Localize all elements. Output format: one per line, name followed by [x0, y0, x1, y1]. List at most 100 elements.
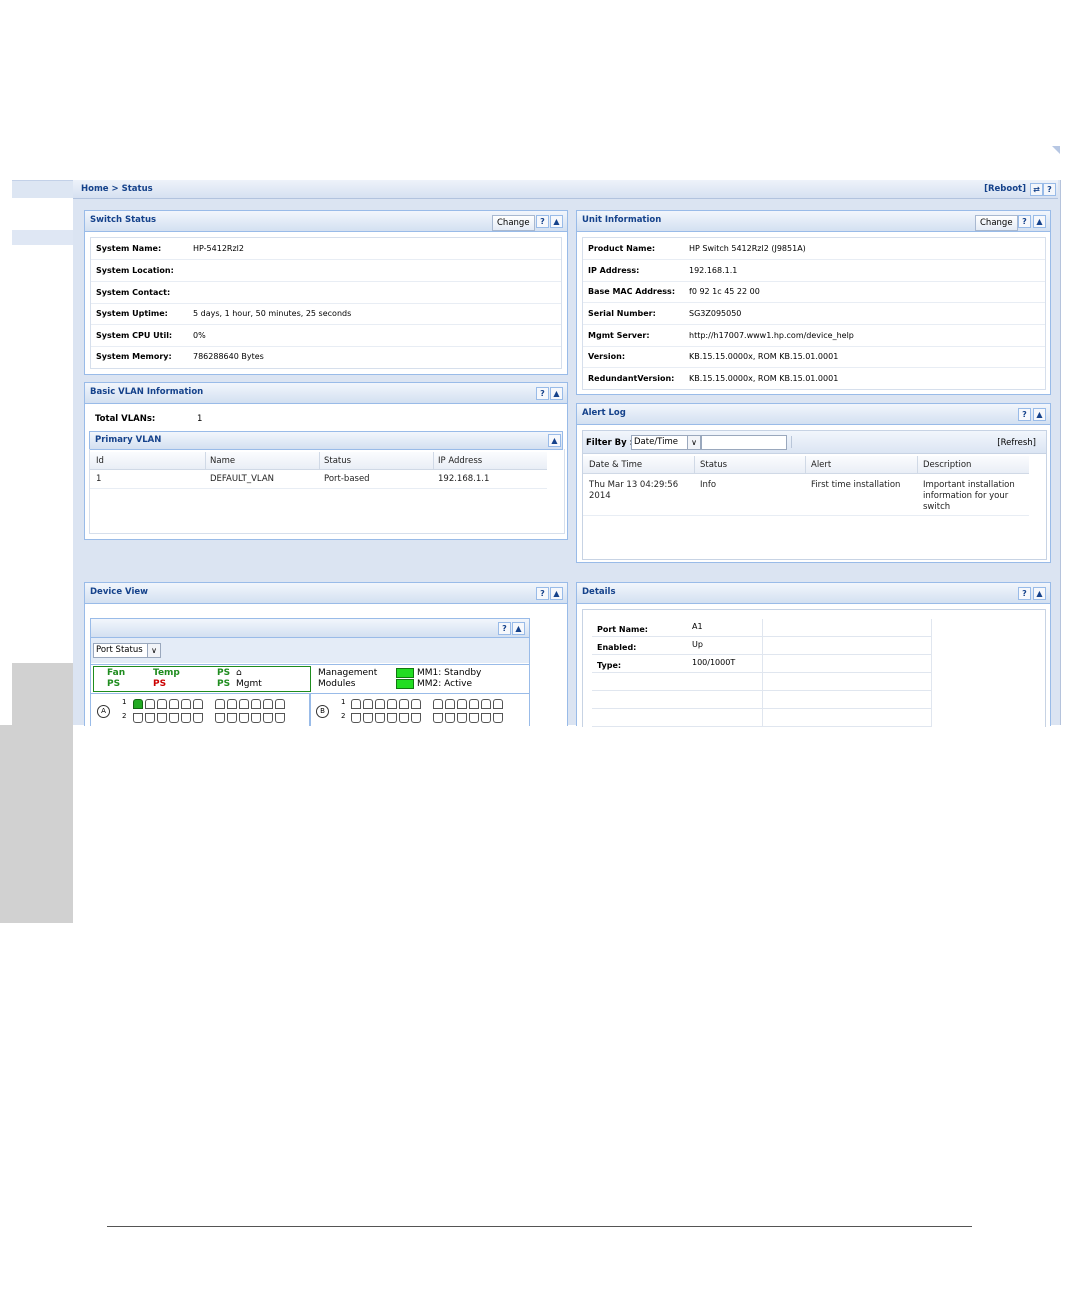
left-nav-selected-item[interactable] — [12, 230, 73, 245]
column-header-id[interactable]: Id — [96, 456, 104, 466]
port[interactable] — [133, 713, 143, 723]
collapse-icon[interactable]: ▲ — [1033, 408, 1046, 421]
port[interactable] — [145, 699, 155, 709]
chevron-down-icon[interactable]: ∨ — [687, 436, 700, 449]
port[interactable] — [169, 713, 179, 723]
port[interactable] — [239, 713, 249, 723]
filter-label: Filter By : — [586, 438, 633, 448]
port[interactable] — [181, 713, 191, 723]
filter-input[interactable] — [701, 435, 787, 450]
port-status-select[interactable]: Port Status ∨ — [93, 643, 161, 658]
port[interactable] — [275, 713, 285, 723]
help-icon[interactable]: ? — [1018, 587, 1031, 600]
port[interactable] — [215, 699, 225, 709]
filter-select[interactable]: Date/Time ∨ — [631, 435, 701, 450]
row-label: Version: — [588, 352, 626, 361]
collapse-icon[interactable]: ▲ — [512, 622, 525, 635]
column-header-alert[interactable]: Alert — [811, 460, 831, 470]
port[interactable] — [387, 713, 397, 723]
column-header-status[interactable]: Status — [700, 460, 727, 470]
ps-status: PS — [217, 668, 231, 678]
table-row[interactable]: 1 DEFAULT_VLAN Port-based 192.168.1.1 — [90, 470, 547, 489]
port[interactable] — [227, 713, 237, 723]
port[interactable] — [363, 699, 373, 709]
total-vlans-value: 1 — [197, 414, 203, 424]
port[interactable] — [433, 699, 443, 709]
port[interactable] — [445, 713, 455, 723]
port[interactable] — [433, 713, 443, 723]
change-button[interactable]: Change — [492, 215, 535, 231]
port[interactable] — [157, 699, 167, 709]
port[interactable] — [399, 699, 409, 709]
help-icon[interactable]: ? — [1043, 183, 1056, 196]
help-icon[interactable]: ? — [536, 215, 549, 228]
port[interactable] — [169, 699, 179, 709]
port[interactable] — [193, 713, 203, 723]
port[interactable] — [145, 713, 155, 723]
port[interactable] — [411, 699, 421, 709]
port[interactable] — [239, 699, 249, 709]
refresh-icon[interactable]: ⇄ — [1030, 183, 1043, 196]
collapse-icon[interactable]: ▲ — [1033, 587, 1046, 600]
column-header-status[interactable]: Status — [324, 456, 351, 466]
help-icon[interactable]: ? — [1018, 408, 1031, 421]
breadcrumb[interactable]: Home > Status — [81, 184, 153, 194]
port[interactable] — [263, 699, 273, 709]
table-row[interactable]: Thu Mar 13 04:29:56 2014 Info First time… — [583, 475, 1029, 516]
port[interactable] — [481, 699, 491, 709]
collapse-icon[interactable]: ▲ — [550, 387, 563, 400]
port[interactable] — [445, 699, 455, 709]
row-value: 5 days, 1 hour, 50 minutes, 25 seconds — [193, 309, 352, 318]
port[interactable] — [469, 713, 479, 723]
help-icon[interactable]: ? — [498, 622, 511, 635]
port[interactable] — [263, 713, 273, 723]
port[interactable] — [181, 699, 191, 709]
column-header-date[interactable]: Date & Time — [589, 460, 642, 470]
column-header-description[interactable]: Description — [923, 460, 971, 470]
reboot-link[interactable]: [Reboot] — [984, 184, 1026, 194]
port[interactable] — [351, 713, 361, 723]
port[interactable] — [493, 713, 503, 723]
port[interactable] — [251, 713, 261, 723]
column-header-name[interactable]: Name — [210, 456, 235, 466]
port[interactable] — [275, 699, 285, 709]
help-icon[interactable]: ? — [536, 587, 549, 600]
help-icon[interactable]: ? — [1018, 215, 1031, 228]
refresh-link[interactable]: [Refresh] — [997, 438, 1036, 448]
table-row: Version: KB.15.15.0000x, ROM KB.15.01.000… — [583, 346, 1045, 368]
ps-ok-status: PS — [107, 679, 121, 689]
port[interactable] — [363, 713, 373, 723]
port[interactable] — [193, 699, 203, 709]
chevron-down-icon[interactable]: ∨ — [147, 644, 160, 657]
port[interactable] — [399, 713, 409, 723]
breadcrumb-bar: Home > Status [Reboot] ⇄ ? — [73, 180, 1058, 199]
port[interactable] — [133, 699, 143, 709]
change-button[interactable]: Change — [975, 215, 1018, 231]
port[interactable] — [251, 699, 261, 709]
port[interactable] — [469, 699, 479, 709]
collapse-icon[interactable]: ▲ — [1033, 215, 1046, 228]
row-value[interactable]: http://h17007.www1.hp.com/device_help — [689, 331, 854, 340]
port[interactable] — [375, 713, 385, 723]
port[interactable] — [387, 699, 397, 709]
port[interactable] — [375, 699, 385, 709]
port[interactable] — [157, 713, 167, 723]
collapse-icon[interactable]: ▲ — [550, 587, 563, 600]
port[interactable] — [215, 713, 225, 723]
collapse-icon[interactable]: ▲ — [550, 215, 563, 228]
port[interactable] — [457, 713, 467, 723]
help-icon[interactable]: ? — [536, 387, 549, 400]
port[interactable] — [481, 713, 491, 723]
panel-header: Device View ? ▲ — [85, 583, 567, 604]
port[interactable] — [493, 699, 503, 709]
column-divider — [917, 456, 918, 473]
details-table: Port Name: A1 Enabled: Up Type: 100/1000… — [592, 619, 932, 727]
column-header-ip[interactable]: IP Address — [438, 456, 482, 466]
collapse-icon[interactable]: ▲ — [548, 434, 561, 447]
port[interactable] — [411, 713, 421, 723]
slot-a: A 1 2 — [91, 693, 311, 726]
row-value: HP-5412Rzl2 — [193, 244, 244, 253]
port[interactable] — [457, 699, 467, 709]
port[interactable] — [351, 699, 361, 709]
port[interactable] — [227, 699, 237, 709]
